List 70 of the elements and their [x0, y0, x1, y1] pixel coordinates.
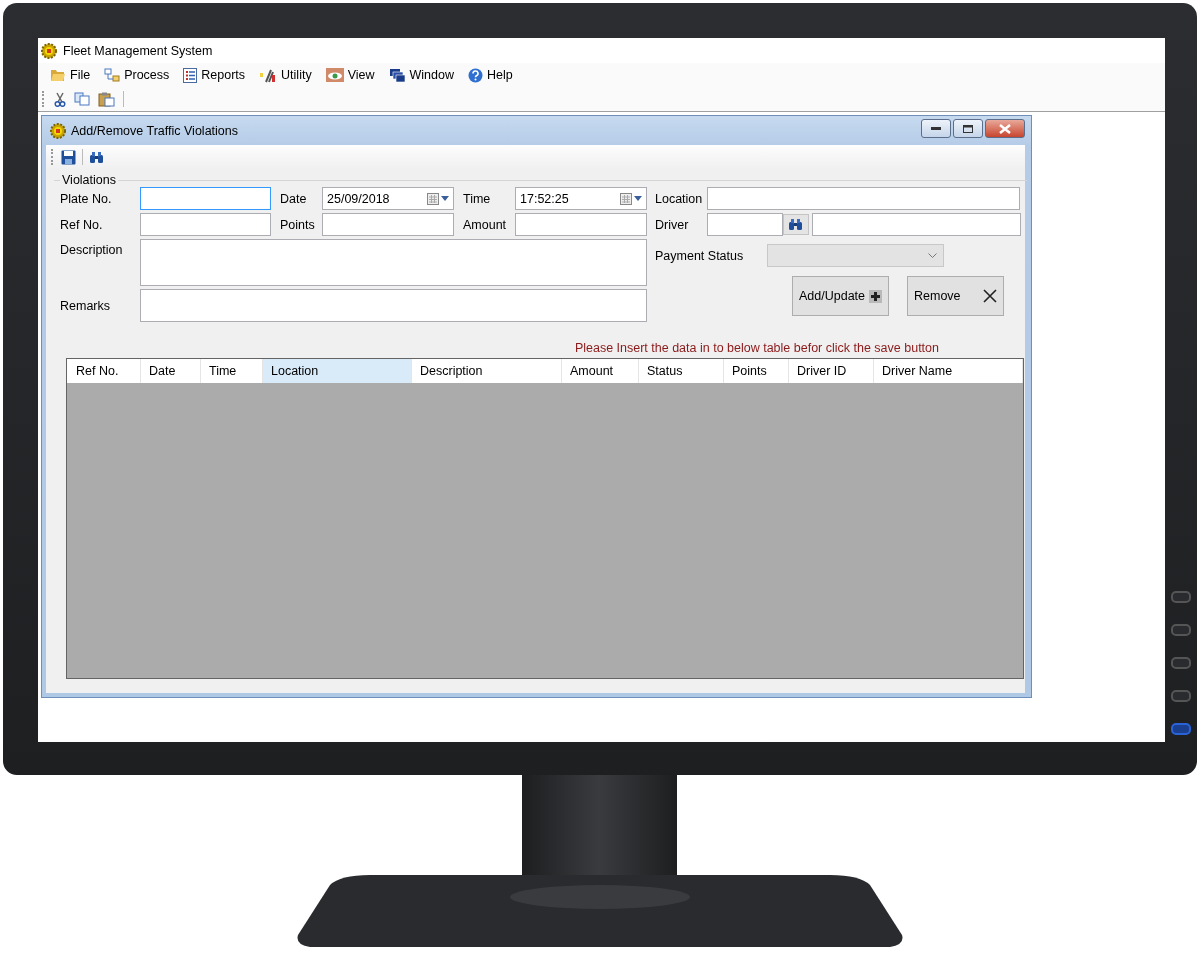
help-icon	[468, 67, 483, 83]
binoculars-icon	[89, 150, 104, 164]
field-label: Payment Status	[655, 248, 745, 263]
date-picker[interactable]: 25/09/2018	[322, 187, 454, 210]
folder-icon	[50, 68, 66, 82]
action-button[interactable]: Remove	[907, 276, 1004, 316]
eye-icon	[325, 68, 344, 82]
minimize-icon	[931, 126, 941, 131]
chevron-down-icon	[928, 253, 937, 258]
field-label: Remarks	[60, 298, 111, 313]
field-label: Amount	[462, 217, 508, 232]
clipboard-icon[interactable]	[98, 91, 115, 107]
menu-item[interactable]: View	[325, 68, 375, 82]
minimize-button[interactable]	[921, 119, 951, 138]
field-label: Points	[279, 217, 316, 232]
menu-item[interactable]: File	[50, 68, 91, 82]
menu-item[interactable]: Utility	[259, 67, 312, 83]
text-field[interactable]	[706, 213, 783, 236]
close-icon	[983, 289, 997, 303]
text-field[interactable]	[140, 213, 271, 236]
windows-icon	[388, 67, 406, 83]
field-label: Description	[60, 242, 124, 257]
maximize-button[interactable]	[953, 119, 983, 138]
group-title: Violations	[61, 173, 117, 187]
text-field[interactable]	[811, 213, 1021, 236]
text-field[interactable]	[140, 187, 271, 210]
field-label: Date	[279, 191, 308, 206]
power-button[interactable]	[1171, 723, 1191, 735]
caret-icon	[441, 196, 449, 201]
monitor-button[interactable]	[1171, 657, 1191, 669]
menu-item[interactable]: Reports	[183, 67, 246, 83]
close-button[interactable]	[985, 119, 1025, 138]
text-field[interactable]	[322, 213, 454, 236]
gear-icon	[50, 122, 66, 139]
monitor-button[interactable]	[1171, 624, 1191, 636]
binoculars-icon	[788, 218, 804, 231]
menu-item[interactable]: Help	[468, 67, 513, 83]
gear-icon	[41, 42, 57, 59]
caret-icon	[634, 196, 642, 201]
field-label: Time	[462, 191, 492, 206]
tools-icon	[259, 67, 278, 83]
scissors-icon[interactable]	[54, 91, 66, 107]
text-area[interactable]	[140, 289, 647, 322]
hint-message: Please Insert the data in to below table befor click the save button	[573, 341, 940, 355]
text-field[interactable]	[515, 213, 647, 236]
copy-icon[interactable]	[74, 92, 90, 106]
menu-item[interactable]: Window	[388, 67, 454, 83]
calendar-icon	[620, 192, 632, 205]
search-button[interactable]	[782, 214, 809, 235]
list-icon	[183, 67, 198, 83]
menu-item[interactable]: Process	[104, 67, 170, 83]
field-label: Plate No.	[60, 191, 113, 206]
field-label: Ref No.	[60, 217, 104, 232]
column-header[interactable]: Location	[263, 359, 412, 383]
app-title: Fleet Management System	[63, 43, 213, 58]
field-label: Location	[655, 191, 704, 206]
monitor-button[interactable]	[1171, 690, 1191, 702]
maximize-icon	[963, 124, 973, 133]
close-icon	[999, 123, 1011, 134]
window-title: Add/Remove Traffic Violations	[71, 123, 238, 138]
calendar-icon	[427, 192, 439, 205]
save-icon[interactable]	[61, 149, 76, 165]
text-field[interactable]	[707, 187, 1020, 210]
time-picker[interactable]: 17:52:25	[515, 187, 647, 210]
action-button[interactable]: Add/Update	[792, 276, 889, 316]
plus-icon	[869, 289, 882, 303]
flowchart-icon	[104, 67, 121, 83]
text-area[interactable]	[140, 239, 647, 286]
field-label: Driver	[655, 217, 690, 232]
monitor-button[interactable]	[1171, 591, 1191, 603]
